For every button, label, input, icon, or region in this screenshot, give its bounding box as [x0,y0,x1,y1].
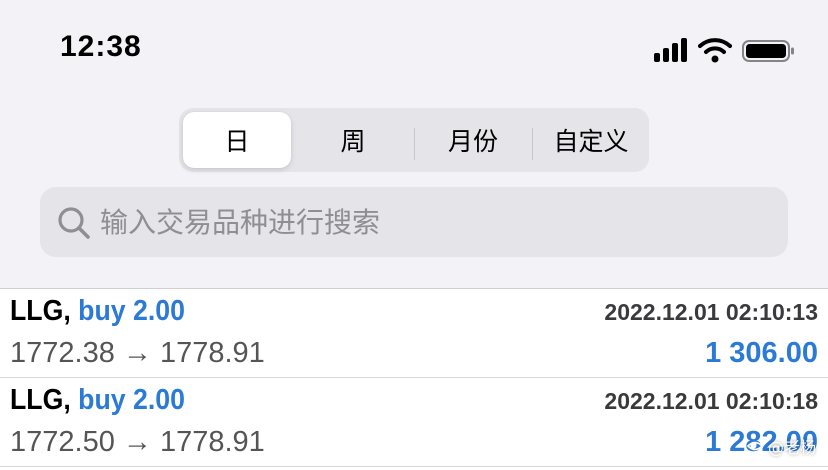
close-price: 1778.91 [159,337,265,369]
trade-time: 2022.12.01 02:10:13 [604,299,818,325]
trade-side: buy 2.00 [78,295,185,327]
signal-icon [654,36,690,64]
trade-time: 2022.12.01 02:10:18 [604,388,818,414]
trade-prices: 1772.50 → 1778.91 [10,426,265,459]
status-icons [650,36,800,64]
tab-custom[interactable]: 自定义 [533,112,649,168]
app-screen: 12:38 日 周 月份 自定义 输入交易品种进行搜索 LLG, buy 2.0… [0,0,828,470]
watermark-logo-icon [746,441,764,451]
search-icon [58,207,90,239]
watermark: @老杨 [746,434,816,458]
trade-symbol: LLG, [10,295,71,327]
battery-icon [742,40,794,62]
tab-month[interactable]: 月份 [415,112,531,168]
trade-history-list: LLG, buy 2.00 2022.12.01 02:10:13 1772.3… [0,288,828,470]
trade-row[interactable]: LLG, buy 2.00 2022.12.01 02:10:13 1772.3… [0,289,828,378]
close-price: 1778.91 [159,426,265,458]
search-input[interactable] [100,199,770,245]
tab-day[interactable]: 日 [183,112,291,168]
open-price: 1772.38 [10,337,115,369]
status-bar: 12:38 [0,0,828,100]
trade-symbol: LLG, [10,384,71,416]
open-price: 1772.50 [10,426,115,458]
arrow-icon: → [122,426,152,458]
trade-title: LLG, buy 2.00 [10,295,185,328]
trade-row[interactable]: LLG, buy 2.00 2022.12.01 02:10:18 1772.5… [0,378,828,467]
trade-side: buy 2.00 [78,384,185,416]
trade-profit: 1 306.00 [705,337,818,369]
arrow-icon: → [122,337,152,369]
trade-title: LLG, buy 2.00 [10,384,185,417]
trade-prices: 1772.38 → 1778.91 [10,337,265,370]
tab-week[interactable]: 周 [295,112,411,168]
wifi-icon [698,38,732,63]
search-bar[interactable] [40,187,788,257]
period-segmented-control: 日 周 月份 自定义 [179,108,649,172]
status-time: 12:38 [60,30,142,63]
watermark-text: @老杨 [767,438,816,457]
